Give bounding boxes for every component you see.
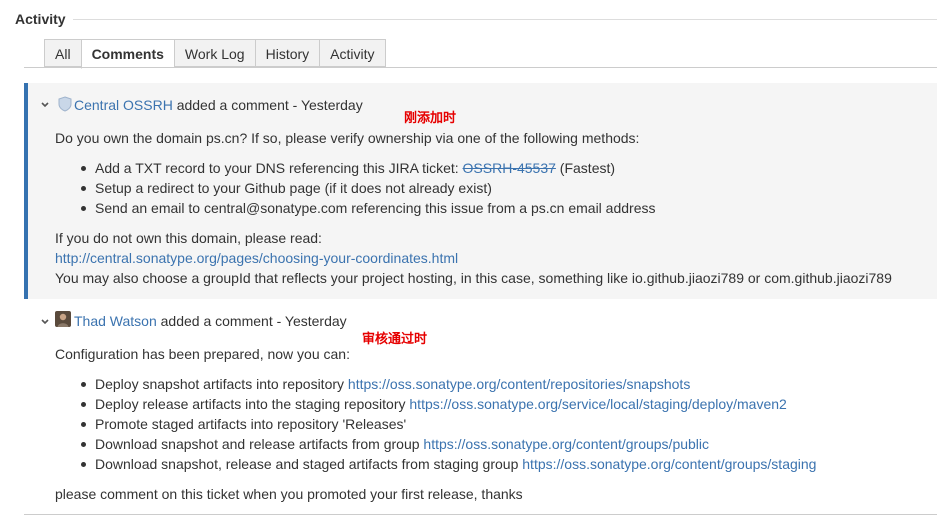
tab-all[interactable]: All [44, 39, 81, 67]
tab-work-log[interactable]: Work Log [173, 39, 255, 67]
list-item: Promote staged artifacts into repository… [55, 414, 816, 434]
user-avatar-icon[interactable] [55, 311, 71, 327]
public-group-link[interactable]: https://oss.sonatype.org/content/groups/… [423, 436, 709, 452]
tab-comments[interactable]: Comments [80, 39, 174, 69]
ticket-link[interactable]: OSSRH-45537 [463, 160, 556, 176]
comment-action: added a comment - Yesterday [160, 313, 347, 329]
list-item: Deploy snapshot artifacts into repositor… [55, 374, 816, 394]
activity-section-header: Activity [15, 10, 937, 28]
coordinates-link-row: http://central.sonatype.org/pages/choosi… [55, 248, 458, 268]
section-title: Activity [15, 11, 66, 27]
list-item: Deploy release artifacts into the stagin… [55, 394, 816, 414]
list-item: Add a TXT record to your DNS referencing… [55, 158, 656, 178]
closing-text: please comment on this ticket when you p… [55, 486, 523, 502]
comment-header: Central OSSRH added a comment - Yesterda… [74, 96, 363, 114]
comment-intro: Configuration has been prepared, now you… [55, 346, 350, 362]
activity-tabs: All Comments Work Log History Activity [44, 39, 386, 69]
annotation-label: 审核通过时 [362, 331, 428, 346]
tab-activity[interactable]: Activity [319, 39, 386, 67]
comment-central-ossrh: Central OSSRH added a comment - Yesterda… [24, 83, 937, 299]
comment-author-link[interactable]: Central OSSRH [74, 97, 173, 113]
list-item: Download snapshot, release and staged ar… [55, 454, 816, 474]
snapshots-repo-link[interactable]: https://oss.sonatype.org/content/reposit… [348, 376, 690, 392]
chevron-down-icon[interactable] [40, 317, 50, 327]
coordinates-link[interactable]: http://central.sonatype.org/pages/choosi… [55, 250, 458, 266]
list-item: Download snapshot and release artifacts … [55, 434, 816, 454]
shield-avatar-icon [58, 96, 72, 112]
comment-header: Thad Watson added a comment - Yesterday [74, 312, 347, 330]
groupid-text: You may also choose a groupId that refle… [55, 270, 892, 286]
list-item: Send an email to central@sonatype.com re… [55, 198, 656, 218]
staging-group-link[interactable]: https://oss.sonatype.org/content/groups/… [522, 456, 816, 472]
tabs-divider [24, 67, 937, 68]
staging-deploy-link[interactable]: https://oss.sonatype.org/service/local/s… [409, 396, 786, 412]
instructions-list: Deploy snapshot artifacts into repositor… [55, 374, 816, 474]
annotation-label: 刚添加时 [404, 110, 457, 125]
section-divider [73, 19, 937, 20]
not-own-text: If you do not own this domain, please re… [55, 230, 322, 246]
chevron-down-icon[interactable] [40, 100, 50, 110]
comment-author-link[interactable]: Thad Watson [74, 313, 157, 329]
comment-action: added a comment - Yesterday [176, 97, 363, 113]
tab-history[interactable]: History [254, 39, 320, 67]
list-item: Setup a redirect to your Github page (if… [55, 178, 656, 198]
comment-thad-watson: Thad Watson added a comment - Yesterday … [24, 300, 937, 515]
comment-intro: Do you own the domain ps.cn? If so, plea… [55, 130, 640, 146]
verification-list: Add a TXT record to your DNS referencing… [55, 158, 656, 218]
